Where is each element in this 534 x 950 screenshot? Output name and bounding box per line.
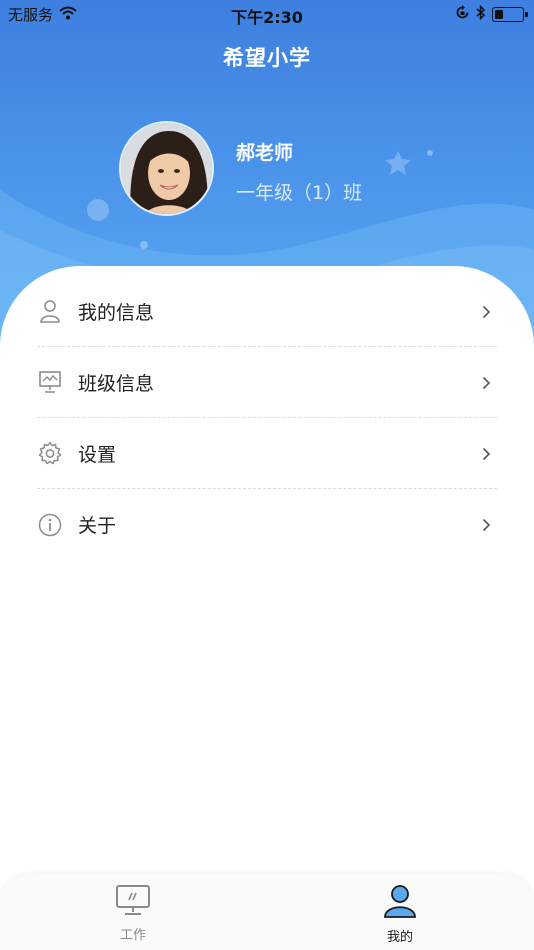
menu-list: 我的信息 班级信息 设置 关于 bbox=[0, 276, 534, 560]
rotation-lock-icon bbox=[455, 5, 470, 24]
teacher-name: 郝老师 bbox=[236, 142, 294, 164]
status-bar: 无服务 下午2:30 bbox=[0, 0, 534, 28]
menu-item-settings[interactable]: 设置 bbox=[37, 418, 497, 489]
menu-item-about[interactable]: 关于 bbox=[37, 489, 497, 560]
tab-work[interactable]: 工作 bbox=[88, 884, 178, 943]
battery-icon bbox=[492, 7, 528, 22]
tab-label: 我的 bbox=[386, 930, 413, 945]
tab-label: 工作 bbox=[119, 928, 146, 943]
teacher-class: 一年级（1）班 bbox=[236, 182, 363, 204]
menu-item-label: 班级信息 bbox=[78, 372, 155, 395]
tab-bar: 工作 我的 bbox=[0, 874, 534, 950]
monitor-icon bbox=[88, 884, 178, 920]
status-right bbox=[455, 4, 528, 24]
info-icon bbox=[37, 512, 63, 538]
page-title: 希望小学 bbox=[223, 46, 311, 70]
bluetooth-icon bbox=[476, 4, 486, 24]
avatar[interactable] bbox=[119, 121, 214, 216]
chevron-right-icon bbox=[482, 375, 491, 394]
menu-item-label: 设置 bbox=[78, 443, 117, 466]
chevron-right-icon bbox=[482, 304, 491, 323]
chevron-right-icon bbox=[482, 517, 491, 536]
menu-item-my-info[interactable]: 我的信息 bbox=[37, 276, 497, 347]
chevron-right-icon bbox=[482, 446, 491, 465]
user-icon bbox=[37, 298, 63, 324]
battery-level bbox=[495, 10, 503, 19]
status-time: 下午2:30 bbox=[231, 8, 303, 27]
menu-item-label: 关于 bbox=[78, 515, 117, 537]
gear-icon bbox=[37, 440, 63, 466]
person-icon bbox=[355, 884, 445, 922]
menu-item-class-info[interactable]: 班级信息 bbox=[37, 347, 497, 418]
menu-item-label: 我的信息 bbox=[78, 301, 155, 324]
tab-mine[interactable]: 我的 bbox=[355, 884, 445, 945]
presentation-board-icon bbox=[37, 369, 63, 395]
